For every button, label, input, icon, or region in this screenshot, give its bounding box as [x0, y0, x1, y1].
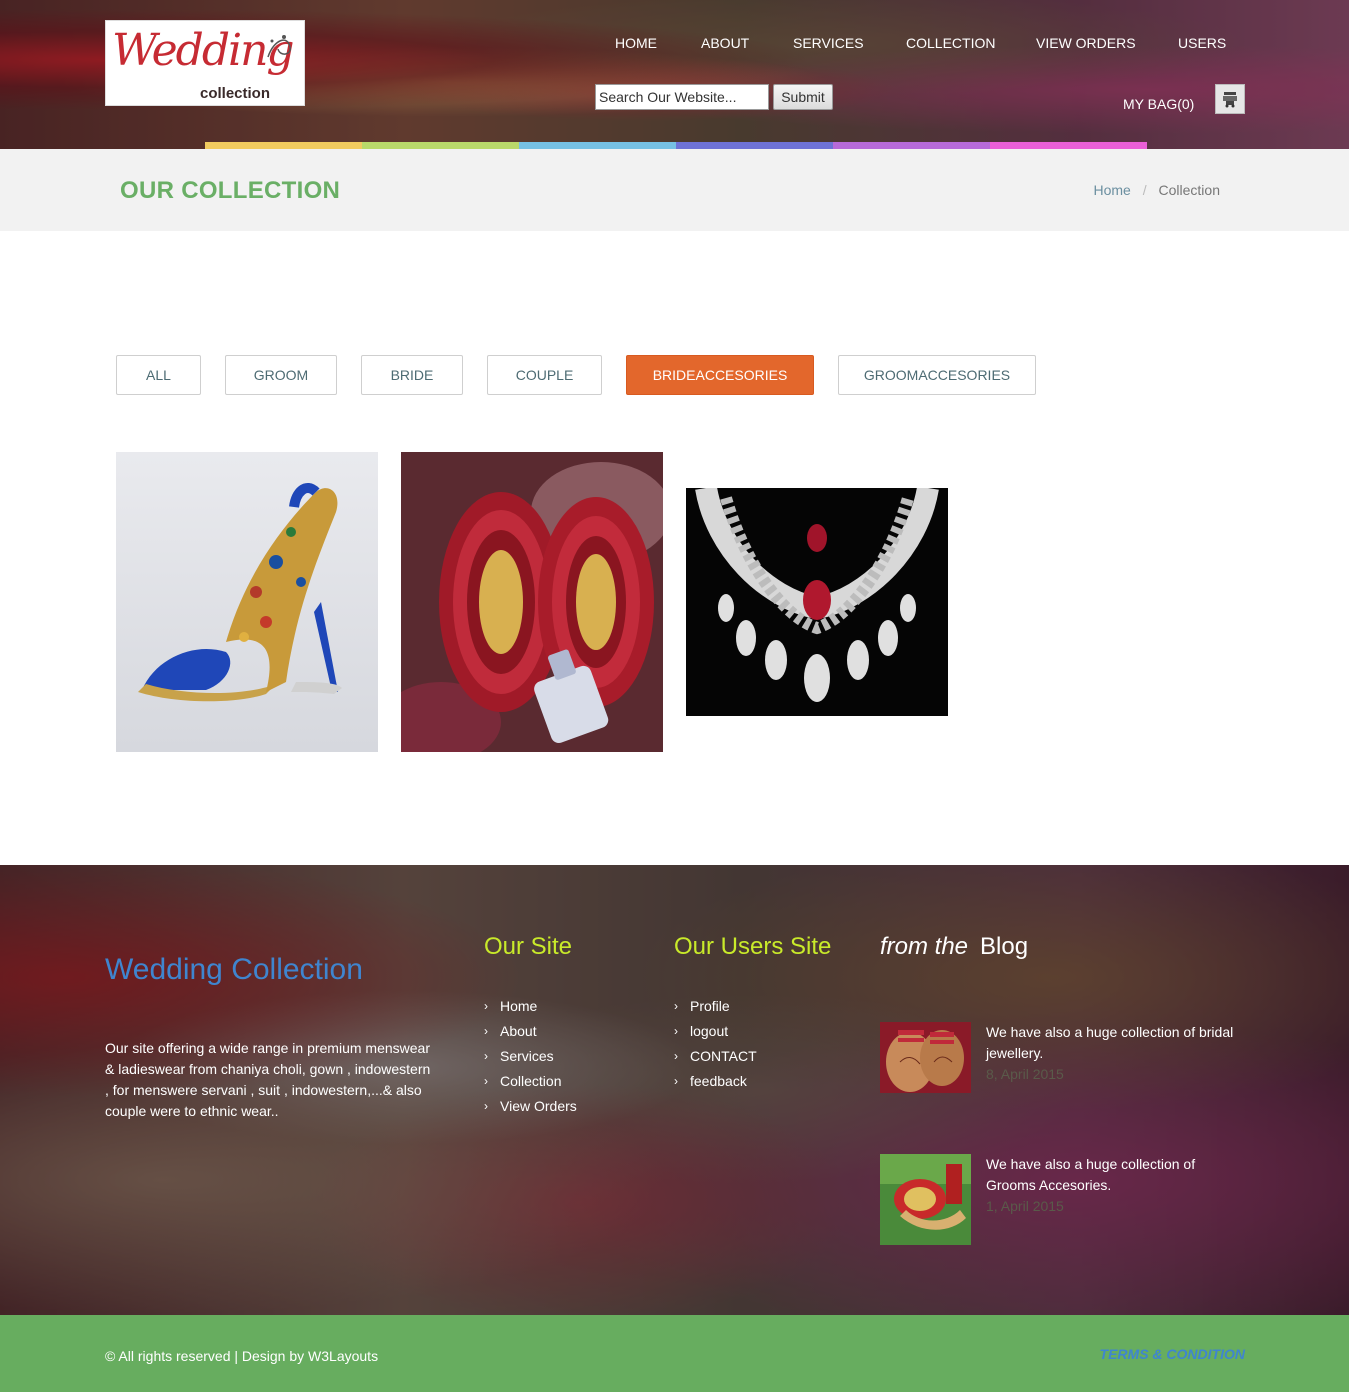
breadcrumb-current: Collection — [1158, 182, 1220, 198]
footer-link-home: › Home — [484, 993, 577, 1018]
breadcrumb-home[interactable]: Home — [1093, 182, 1130, 198]
header-color-stripe — [205, 142, 1147, 149]
chevron-right-icon: › — [674, 1048, 678, 1063]
stripe-pink — [990, 142, 1147, 149]
footer-link-services-text[interactable]: Services — [500, 1048, 554, 1064]
stripe-light-blue — [519, 142, 676, 149]
footer-blog-title: from the Blog — [880, 933, 1028, 961]
chevron-right-icon: › — [484, 1098, 488, 1113]
search-input[interactable] — [595, 84, 769, 110]
gallery-item-sandal[interactable] — [116, 452, 378, 752]
blog-title-from: from the — [880, 933, 969, 960]
filter-bride[interactable]: BRIDE — [361, 355, 463, 395]
chevron-right-icon: › — [674, 1023, 678, 1038]
footer-link-logout-text[interactable]: logout — [690, 1023, 728, 1039]
filter-couple[interactable]: COUPLE — [487, 355, 602, 395]
stripe-purple — [833, 142, 990, 149]
nav-home[interactable]: HOME — [615, 35, 657, 51]
filter-brideaccesories[interactable]: BRIDEACCESORIES — [626, 355, 814, 395]
footer-users-site-links: › Profile › logout › CONTACT › feedback — [674, 993, 757, 1093]
footer-link-profile: › Profile — [674, 993, 757, 1018]
footer-link-about-text[interactable]: About — [500, 1023, 537, 1039]
footer-link-feedback: › feedback — [674, 1068, 757, 1093]
main-nav: HOME ABOUT SERVICES COLLECTION VIEW ORDE… — [0, 35, 1349, 55]
stripe-yellow — [205, 142, 362, 149]
stripe-green — [362, 142, 519, 149]
footer-link-view-orders: › View Orders — [484, 1093, 577, 1118]
filter-groomaccesories[interactable]: GROOMACCESORIES — [838, 355, 1036, 395]
filter-all[interactable]: ALL — [116, 355, 201, 395]
blog-post-date: 1, April 2015 — [986, 1198, 1064, 1214]
footer-link-collection: › Collection — [484, 1068, 577, 1093]
chevron-right-icon: › — [674, 1073, 678, 1088]
footer-link-services: › Services — [484, 1043, 577, 1068]
site-footer: Wedding Collection Our site offering a w… — [0, 865, 1349, 1315]
footer-link-view-orders-text[interactable]: View Orders — [500, 1098, 577, 1114]
breadcrumb-separator: / — [1142, 182, 1147, 198]
footer-our-site-title: Our Site — [484, 933, 573, 960]
chevron-right-icon: › — [484, 998, 488, 1013]
blog-title-blog: Blog — [980, 933, 1029, 960]
footer-link-about: › About — [484, 1018, 577, 1043]
terms-link[interactable]: TERMS & CONDITION — [1100, 1346, 1245, 1362]
footer-link-collection-text[interactable]: Collection — [500, 1073, 561, 1089]
nav-services[interactable]: SERVICES — [793, 35, 864, 51]
footer-link-logout: › logout — [674, 1018, 757, 1043]
blog-post[interactable]: We have also a huge collection of bridal… — [880, 1022, 1250, 1114]
footer-link-contact: › CONTACT — [674, 1043, 757, 1068]
chevron-right-icon: › — [674, 998, 678, 1013]
footer-link-home-text[interactable]: Home — [500, 998, 537, 1014]
gallery-item-necklace[interactable] — [686, 488, 948, 716]
blog-post-text[interactable]: We have also a huge collection of Grooms… — [986, 1154, 1246, 1196]
nav-users[interactable]: USERS — [1178, 35, 1226, 51]
cart-icon-graphic — [1223, 92, 1237, 108]
groom-shoes-image — [880, 1154, 971, 1245]
blog-post-thumbnail[interactable] — [880, 1154, 971, 1245]
blog-post-text[interactable]: We have also a huge collection of bridal… — [986, 1022, 1246, 1064]
sandal-image — [116, 452, 378, 752]
stripe-blue — [676, 142, 833, 149]
filter-groom[interactable]: GROOM — [225, 355, 337, 395]
footer-our-site-links: › Home › About › Services › Collection › View… — [484, 993, 577, 1118]
necklace-image — [686, 488, 948, 716]
footer-users-site-title: Our Users Site — [674, 933, 832, 960]
chevron-right-icon: › — [484, 1048, 488, 1063]
footer-link-contact-text[interactable]: CONTACT — [690, 1048, 757, 1064]
logo-sub-text: collection — [199, 85, 270, 102]
chevron-right-icon: › — [484, 1073, 488, 1088]
henna-hands-image — [880, 1022, 971, 1093]
footer-about-text: Our site offering a wide range in premiu… — [105, 1040, 431, 1119]
chevron-right-icon: › — [484, 1023, 488, 1038]
footer-link-profile-text[interactable]: Profile — [690, 998, 730, 1014]
breadcrumb: Home / Collection — [1093, 182, 1220, 198]
blog-post-thumbnail[interactable] — [880, 1022, 971, 1093]
page-title: OUR COLLECTION — [120, 177, 341, 204]
blog-post[interactable]: We have also a huge collection of Grooms… — [880, 1154, 1250, 1246]
nav-view-orders[interactable]: VIEW ORDERS — [1036, 35, 1136, 51]
gallery-item-bangles[interactable] — [401, 452, 663, 752]
search-submit-button[interactable]: Submit — [773, 84, 833, 110]
nav-collection[interactable]: COLLECTION — [906, 35, 995, 51]
cart-icon[interactable] — [1215, 84, 1245, 114]
nav-about[interactable]: ABOUT — [701, 35, 749, 51]
footer-brand-title: Wedding Collection — [105, 953, 363, 986]
blog-post-date: 8, April 2015 — [986, 1066, 1064, 1082]
footer-link-feedback-text[interactable]: feedback — [690, 1073, 747, 1089]
site-logo[interactable]: Wedding collection — [105, 20, 305, 106]
copyright-text: © All rights reserved | Design by W3Layo… — [105, 1348, 379, 1364]
bangles-image — [401, 452, 663, 752]
my-bag-link[interactable]: MY BAG(0) — [1123, 96, 1194, 112]
